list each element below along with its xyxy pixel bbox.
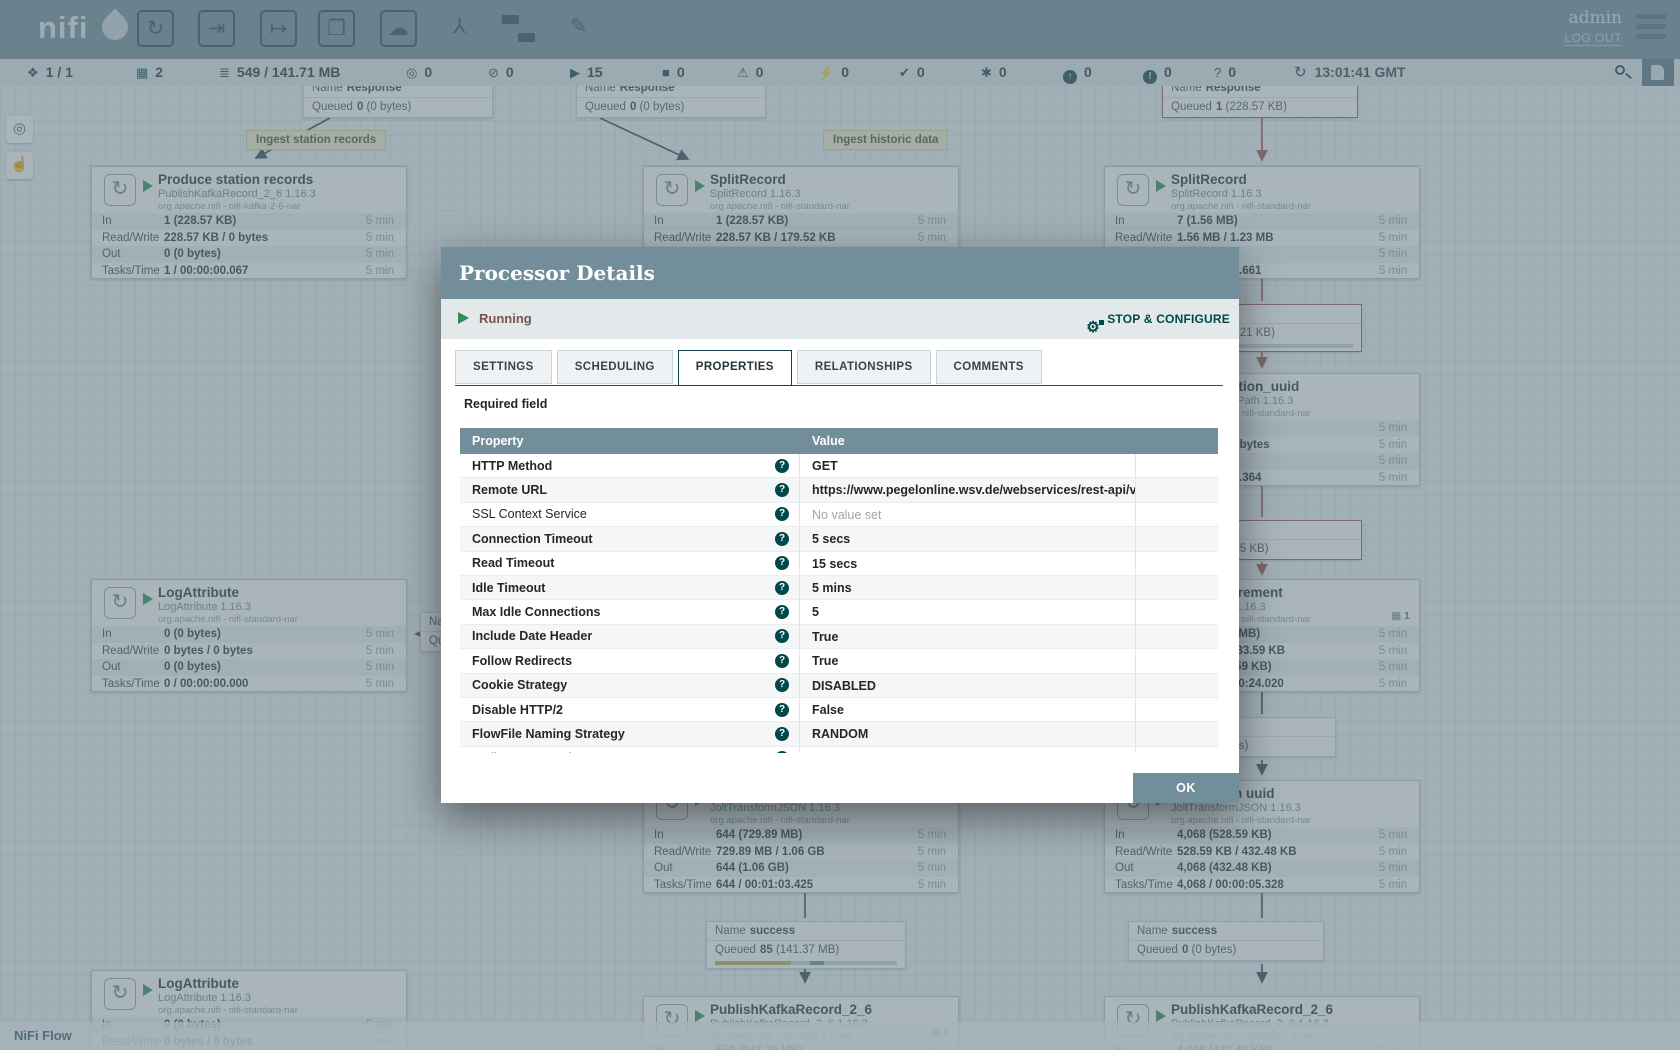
property-column-header: Property <box>460 428 800 454</box>
stop-and-configure-button[interactable]: ⚙STOP & CONFIGURE <box>1086 299 1230 339</box>
property-value: True <box>800 625 1136 648</box>
property-value: False <box>800 698 1136 721</box>
tab-properties[interactable]: PROPERTIES <box>678 350 792 386</box>
tab-settings[interactable]: SETTINGS <box>455 350 552 384</box>
property-name: Include Date Header <box>472 629 592 643</box>
help-icon[interactable]: ? <box>775 507 789 521</box>
value-column-header: Value <box>800 428 1136 454</box>
property-value: 5 secs <box>800 527 1136 550</box>
running-icon <box>458 312 469 324</box>
help-icon[interactable]: ? <box>775 483 789 497</box>
ok-button[interactable]: OK <box>1133 773 1239 803</box>
dialog-status-bar: Running ⚙STOP & CONFIGURE <box>441 299 1239 339</box>
dialog-tabs: SETTINGSSCHEDULINGPROPERTIESRELATIONSHIP… <box>455 350 1223 386</box>
property-row: Connection Timeout? 5 secs <box>460 527 1218 551</box>
property-name: Idle Timeout <box>472 581 545 595</box>
required-field-note: Required field <box>464 397 547 411</box>
property-value: DISABLED <box>800 674 1136 697</box>
property-row: Follow Redirects? True <box>460 649 1218 673</box>
property-row: Remote URL? https://www.pegelonline.wsv.d… <box>460 478 1218 502</box>
tab-comments[interactable]: COMMENTS <box>936 350 1042 384</box>
property-name: Follow Redirects <box>472 654 572 668</box>
dialog-header: Processor Details <box>441 247 1239 299</box>
help-icon[interactable]: ? <box>775 556 789 570</box>
properties-table: Property Value HTTP Method?GETRemote URL… <box>460 428 1218 753</box>
property-name: Remote URL <box>472 483 547 497</box>
property-name: Attributes to Send <box>472 751 571 753</box>
help-icon[interactable]: ? <box>775 654 789 668</box>
property-name: SSL Context Service <box>472 507 587 521</box>
property-name: Connection Timeout <box>472 532 593 546</box>
property-value: https://www.pegelonline.wsv.de/webservic… <box>800 478 1136 501</box>
property-name: FlowFile Naming Strategy <box>472 727 625 741</box>
help-icon[interactable]: ? <box>775 703 789 717</box>
property-row: Include Date Header? True <box>460 625 1218 649</box>
property-name: Disable HTTP/2 <box>472 703 563 717</box>
stop-configure-icon: ⚙ <box>1086 310 1103 326</box>
properties-table-header: Property Value <box>460 428 1218 454</box>
property-row: Max Idle Connections? 5 <box>460 600 1218 624</box>
tab-scheduling[interactable]: SCHEDULING <box>557 350 673 384</box>
property-row: Idle Timeout? 5 mins <box>460 576 1218 600</box>
help-icon[interactable]: ? <box>775 727 789 741</box>
help-icon[interactable]: ? <box>775 459 789 473</box>
property-row: Read Timeout? 15 secs <box>460 552 1218 576</box>
property-row: FlowFile Naming Strategy? RANDOM <box>460 722 1218 746</box>
tab-relationships[interactable]: RELATIONSHIPS <box>797 350 931 384</box>
property-row: Disable HTTP/2? False <box>460 698 1218 722</box>
property-value: 15 secs <box>800 552 1136 575</box>
property-name: Read Timeout <box>472 556 554 570</box>
property-value: No value set <box>800 747 1136 753</box>
help-icon[interactable]: ? <box>775 678 789 692</box>
property-value: 5 <box>800 600 1136 623</box>
processor-details-dialog: Processor Details Running ⚙STOP & CONFIG… <box>441 247 1239 803</box>
property-row: SSL Context Service? No value set <box>460 503 1218 527</box>
property-name: HTTP Method <box>472 459 552 473</box>
property-value: True <box>800 649 1136 672</box>
help-icon[interactable]: ? <box>775 629 789 643</box>
property-row: HTTP Method? GET <box>460 454 1218 478</box>
run-status-text: Running <box>479 299 532 339</box>
dialog-title: Processor Details <box>459 261 655 285</box>
property-value: 5 mins <box>800 576 1136 599</box>
property-name: Max Idle Connections <box>472 605 601 619</box>
help-icon[interactable]: ? <box>775 532 789 546</box>
tab-underline <box>455 385 1223 386</box>
property-value: RANDOM <box>800 722 1136 745</box>
property-row: Attributes to Send? No value set <box>460 747 1218 753</box>
property-value: GET <box>800 454 1136 477</box>
help-icon[interactable]: ? <box>775 581 789 595</box>
help-icon[interactable]: ? <box>775 751 789 753</box>
property-row: Cookie Strategy? DISABLED <box>460 674 1218 698</box>
help-icon[interactable]: ? <box>775 605 789 619</box>
property-name: Cookie Strategy <box>472 678 567 692</box>
property-value: No value set <box>800 503 1136 526</box>
